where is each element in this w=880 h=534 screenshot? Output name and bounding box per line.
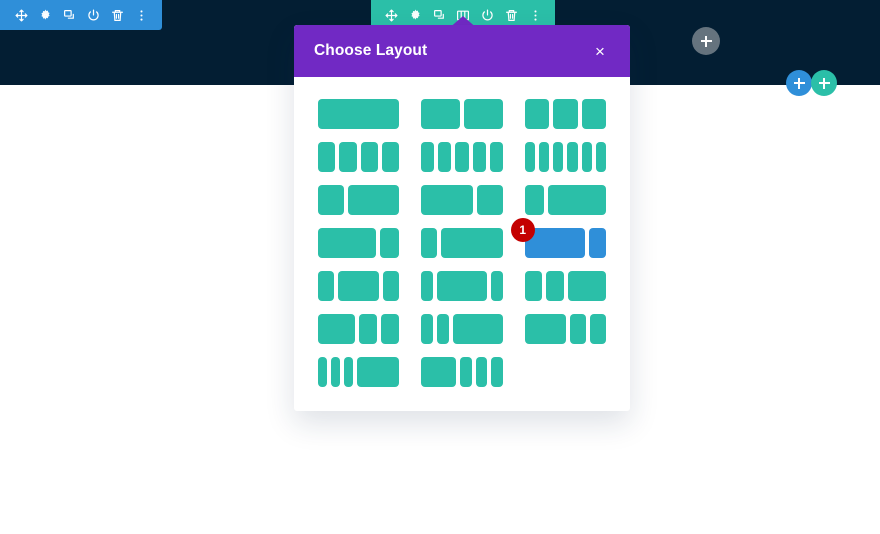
column-block xyxy=(338,271,380,301)
column-block xyxy=(438,142,452,172)
layout-fifth-three-fifths-fifth[interactable] xyxy=(421,271,503,301)
plus-icon xyxy=(700,35,712,47)
column-block xyxy=(347,185,400,215)
column-block xyxy=(318,99,400,129)
modal-header: Choose Layout × xyxy=(294,25,630,77)
column-block xyxy=(581,99,607,129)
column-block xyxy=(524,142,535,172)
layout-one-fourth-three-fourths[interactable] xyxy=(524,185,607,215)
column-block xyxy=(331,357,341,387)
column-block xyxy=(421,357,456,387)
column-block xyxy=(360,142,378,172)
column-block xyxy=(421,142,435,172)
layout-fourth-fourth-half[interactable] xyxy=(524,271,606,301)
column-block xyxy=(546,271,564,301)
modal-body: 1 xyxy=(294,77,630,409)
layout-fifth-fifth-three-fifths[interactable] xyxy=(421,314,503,344)
modal-title: Choose Layout xyxy=(314,42,428,59)
column-block xyxy=(437,271,487,301)
column-block xyxy=(475,357,488,387)
layout-one-fourth-three-fourths-b[interactable] xyxy=(421,228,503,258)
column-block xyxy=(581,142,592,172)
column-block xyxy=(318,142,336,172)
add-row-teal-button[interactable] xyxy=(811,70,837,96)
column-block xyxy=(472,142,486,172)
gear-icon[interactable] xyxy=(33,0,57,30)
column-block xyxy=(588,228,606,258)
more-options-icon[interactable] xyxy=(129,0,153,30)
layout-three-fourths-one-fourth[interactable] xyxy=(318,228,400,258)
column-block xyxy=(318,314,355,344)
layout-2-columns-equal[interactable] xyxy=(421,99,503,129)
column-block xyxy=(421,228,437,258)
add-row-blue-button[interactable] xyxy=(786,70,812,96)
column-block xyxy=(553,142,564,172)
add-section-button[interactable] xyxy=(692,27,720,55)
column-block xyxy=(455,142,469,172)
layout-fourth-half-fourth[interactable] xyxy=(318,271,400,301)
column-block xyxy=(318,185,344,215)
section-toolbar[interactable] xyxy=(0,0,162,30)
column-block xyxy=(595,142,606,172)
duplicate-icon[interactable] xyxy=(57,0,81,30)
choose-layout-modal: Choose Layout × 1 xyxy=(294,25,630,411)
layout-5-columns-equal[interactable] xyxy=(421,142,503,172)
column-block xyxy=(460,357,472,387)
column-block xyxy=(383,271,400,301)
layout-options-grid: 1 xyxy=(318,99,607,387)
column-block xyxy=(440,228,503,258)
column-block xyxy=(567,142,578,172)
column-block xyxy=(538,142,550,172)
move-icon[interactable] xyxy=(9,0,33,30)
column-block xyxy=(490,271,503,301)
column-block xyxy=(380,228,400,258)
layout-one-third-two-thirds[interactable] xyxy=(318,185,400,215)
column-block xyxy=(452,314,503,344)
column-block xyxy=(524,271,543,301)
power-icon[interactable] xyxy=(81,0,105,30)
column-block xyxy=(464,99,503,129)
layout-sixth-sixth-sixth-half[interactable] xyxy=(318,357,400,387)
column-block xyxy=(567,271,606,301)
column-block xyxy=(589,314,607,344)
plus-icon xyxy=(793,77,805,89)
column-block xyxy=(339,142,357,172)
layout-4-columns-equal[interactable] xyxy=(318,142,400,172)
layout-half-fourth-fourth[interactable] xyxy=(318,314,400,344)
column-block xyxy=(358,314,377,344)
layout-three-fourths-one-fourth-selected[interactable]: 1 xyxy=(510,218,606,258)
plus-icon xyxy=(818,77,830,89)
layout-half-fourth-fourth-b[interactable] xyxy=(524,314,607,344)
column-block xyxy=(437,314,449,344)
layout-3-columns-equal[interactable] xyxy=(524,99,607,129)
column-block xyxy=(553,99,578,129)
column-block xyxy=(421,314,434,344)
layout-1-column[interactable] xyxy=(318,99,400,129)
column-block xyxy=(357,357,400,387)
editor-canvas: Choose Layout × 1 xyxy=(0,0,880,534)
column-block xyxy=(421,185,473,215)
layout-half-sixth-sixth-sixth[interactable] xyxy=(421,357,503,387)
column-block xyxy=(476,185,503,215)
column-block xyxy=(318,228,376,258)
selection-badge: 1 xyxy=(510,218,535,242)
column-block xyxy=(524,99,550,129)
column-block xyxy=(524,185,544,215)
column-block xyxy=(318,357,328,387)
column-block xyxy=(489,142,503,172)
layout-6-columns-equal[interactable] xyxy=(524,142,606,172)
layout-two-thirds-one-third[interactable] xyxy=(421,185,503,215)
column-block xyxy=(381,142,400,172)
close-icon[interactable]: × xyxy=(590,41,610,61)
trash-icon[interactable] xyxy=(105,0,129,30)
column-block xyxy=(381,314,400,344)
column-block xyxy=(491,357,503,387)
column-block xyxy=(548,185,607,215)
column-block xyxy=(524,314,566,344)
column-block xyxy=(569,314,586,344)
column-block xyxy=(421,99,460,129)
column-block xyxy=(318,271,335,301)
column-block xyxy=(344,357,354,387)
column-block xyxy=(421,271,434,301)
